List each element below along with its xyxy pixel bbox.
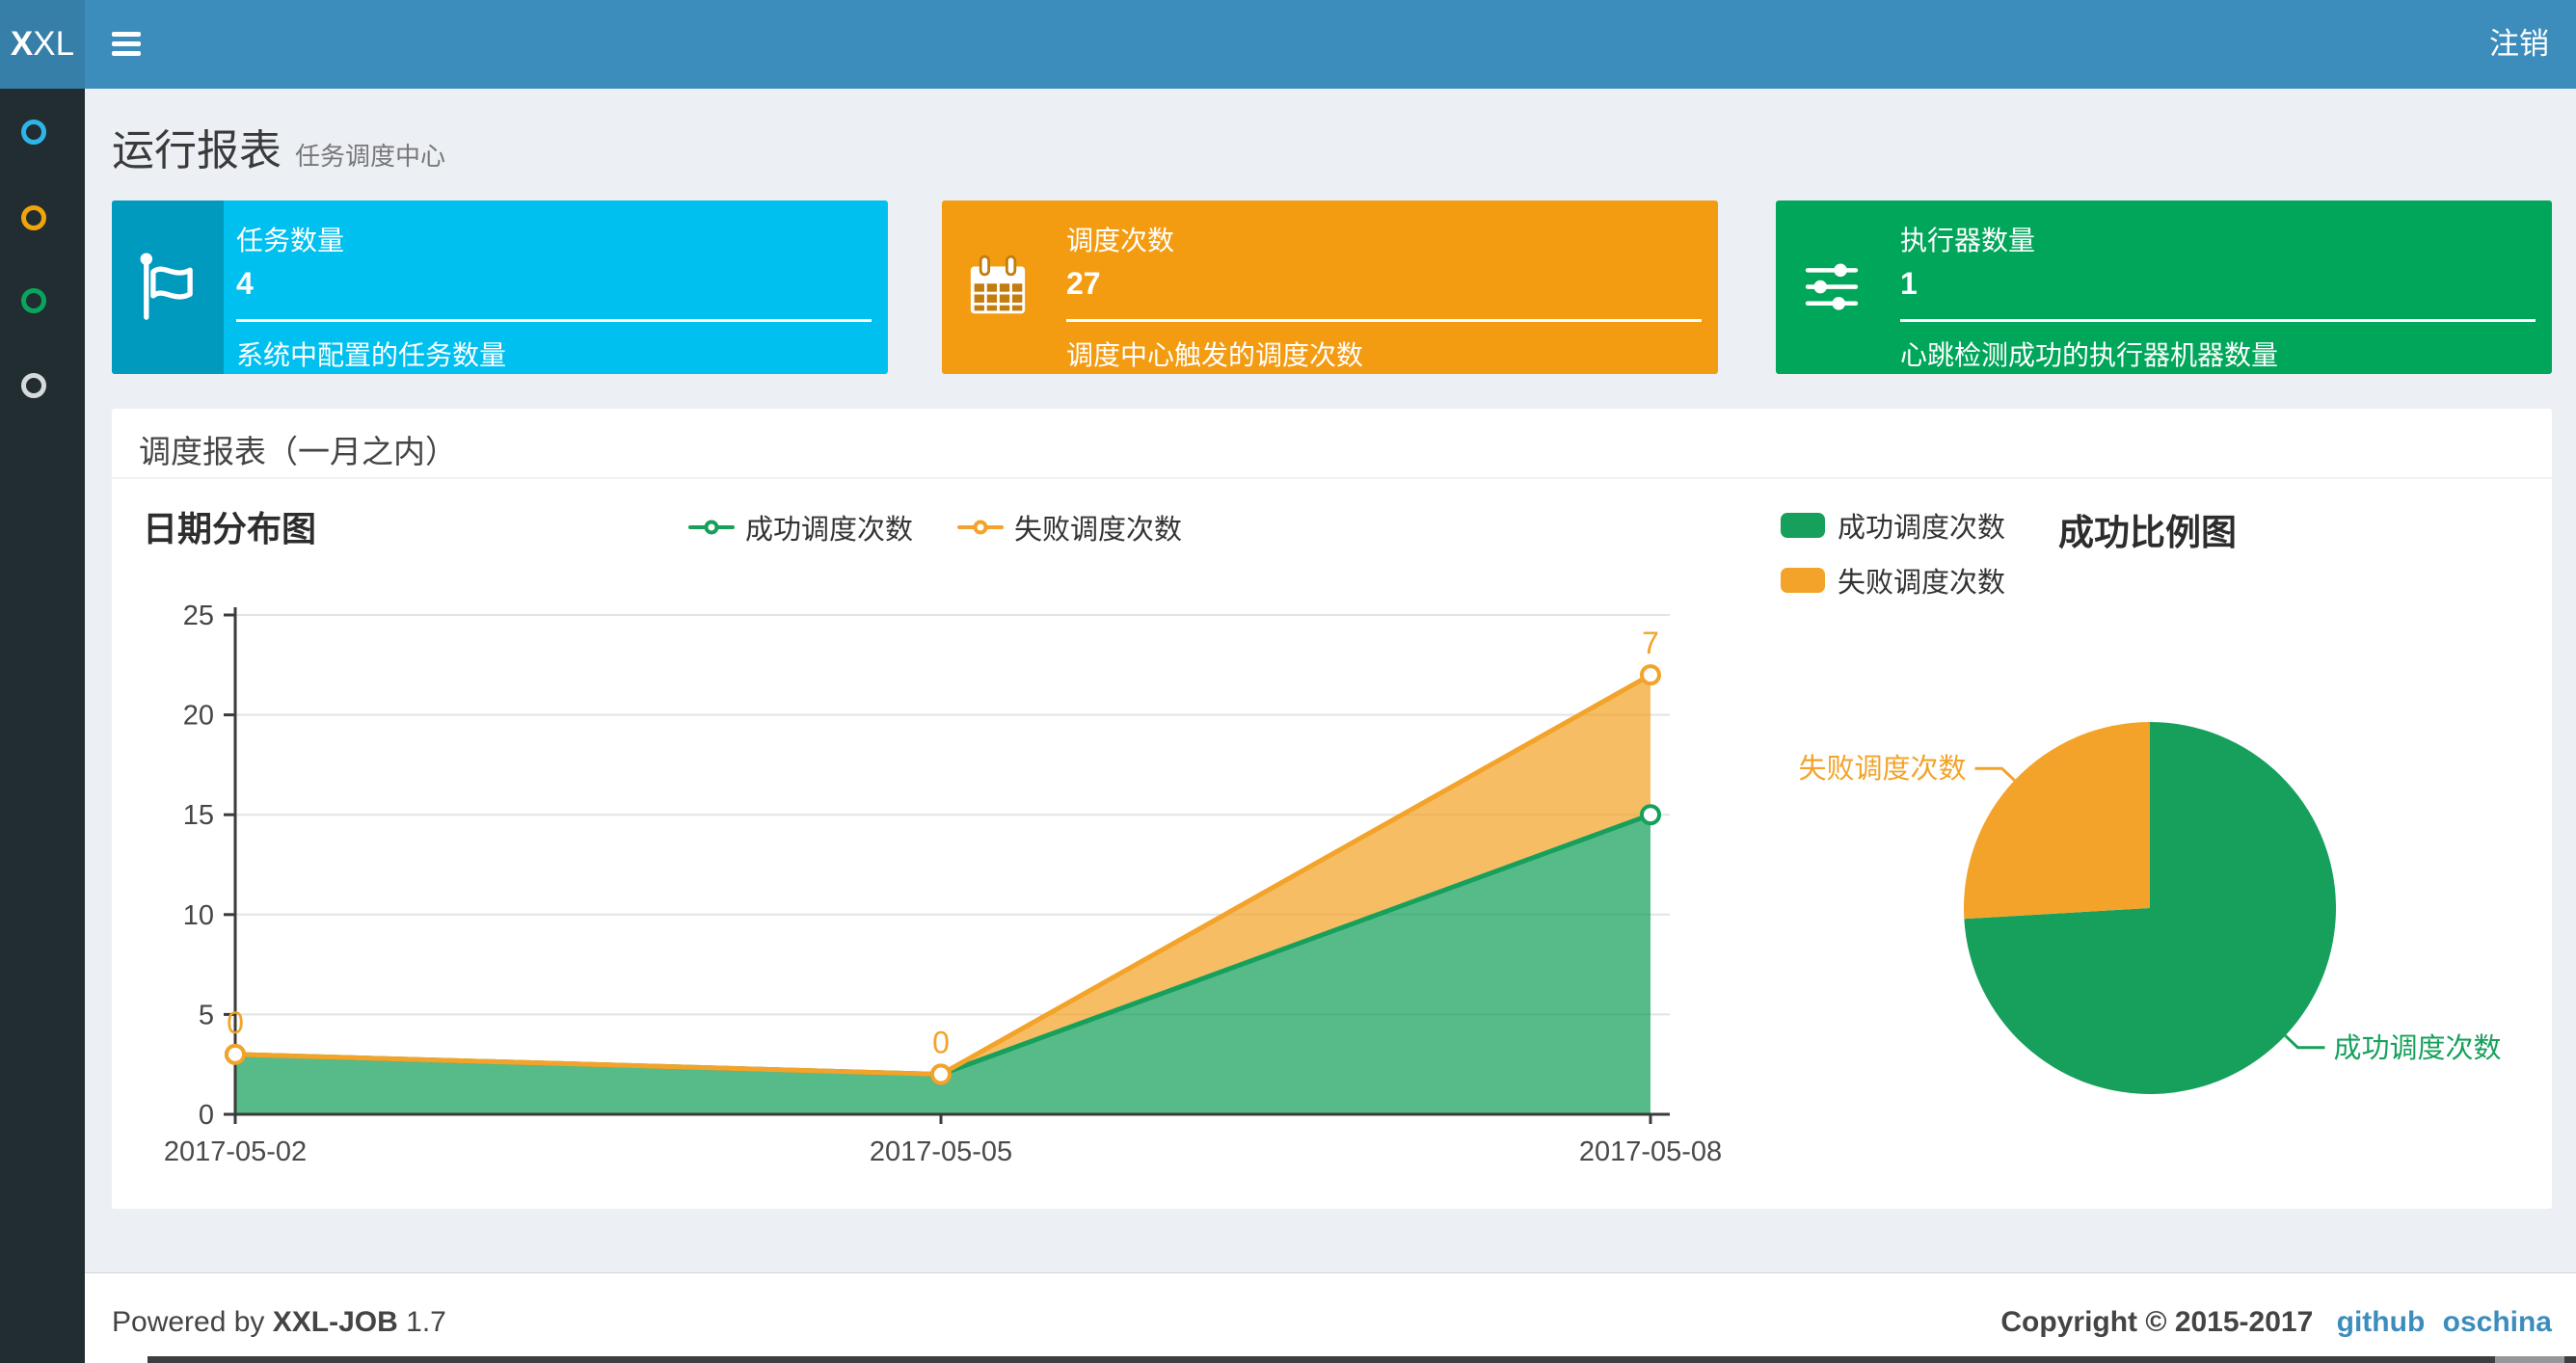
product-version: 1.7 <box>406 1306 446 1338</box>
screen-bottom-edge-thumb <box>2495 1356 2564 1363</box>
legend-item-fail[interactable]: 失败调度次数 <box>957 507 1182 548</box>
panel-header: 调度报表（一月之内） <box>112 409 2552 479</box>
info-box-label: 执行器数量 <box>1900 226 2036 255</box>
copyright: Copyright © 2015-2017 github oschina <box>2000 1306 2552 1338</box>
logo-rest: XL <box>33 25 75 63</box>
logo-bold: X <box>10 25 34 63</box>
pie-chart-canvas: 成功调度次数 失败调度次数 <box>1799 722 2501 1095</box>
svg-text:25: 25 <box>183 601 214 631</box>
info-box-value: 27 <box>1066 266 1101 301</box>
info-box-value: 1 <box>1900 266 1918 301</box>
logout-link[interactable]: 注销 <box>2489 0 2549 89</box>
success-ratio-chart: 成功调度次数 失败调度次数 成功比例图 成功调度次数 失败调度次数 <box>1779 494 2540 1178</box>
line-chart-legend: 成功调度次数 失败调度次数 <box>135 507 1735 548</box>
sidebar <box>0 89 85 1363</box>
oschina-link[interactable]: oschina <box>2443 1306 2552 1338</box>
footer: Powered by XXL-JOB 1.7 Copyright © 2015-… <box>85 1272 2576 1363</box>
info-box-jobs: 任务数量 4 系统中配置的任务数量 <box>112 200 888 374</box>
sidebar-item-2-circle-icon[interactable] <box>21 205 46 230</box>
sidebar-item-4-circle-icon[interactable] <box>21 373 46 398</box>
app-logo[interactable]: XXL <box>0 0 85 89</box>
github-link[interactable]: github <box>2337 1306 2426 1338</box>
info-box-description: 系统中配置的任务数量 <box>236 340 507 370</box>
flag-icon <box>112 200 224 374</box>
screen-bottom-edge <box>148 1356 2576 1363</box>
info-box-description: 心跳检测成功的执行器机器数量 <box>1900 340 2279 370</box>
svg-text:0: 0 <box>932 1026 950 1060</box>
svg-text:20: 20 <box>183 701 214 732</box>
svg-text:2017-05-02: 2017-05-02 <box>164 1136 307 1167</box>
info-box-triggers: 调度次数 27 调度中心触发的调度次数 <box>942 200 1718 374</box>
svg-text:10: 10 <box>183 900 214 931</box>
svg-text:15: 15 <box>183 800 214 831</box>
date-distribution-chart: 日期分布图 成功调度次数 失败调度次数 0 5 10 15 20 25 2017-05-02… <box>135 494 1735 1178</box>
report-panel: 调度报表（一月之内） 日期分布图 成功调度次数 失败调度次数 0 5 10 15 20 2… <box>112 409 2552 1209</box>
divider <box>1900 319 2536 322</box>
info-box-label: 任务数量 <box>236 226 345 255</box>
panel-title: 调度报表（一月之内） <box>139 434 457 469</box>
line-chart-canvas: 05101520252017-05-02 2017-05-05 2017-05-08… <box>164 601 1722 1167</box>
divider <box>1066 319 1702 322</box>
svg-text:失败调度次数: 失败调度次数 <box>1799 753 1967 785</box>
hamburger-icon <box>112 32 141 37</box>
product-name: XXL-JOB <box>272 1306 398 1338</box>
info-box-executors: 执行器数量 1 心跳检测成功的执行器机器数量 <box>1776 200 2552 374</box>
svg-text:成功调度次数: 成功调度次数 <box>2333 1032 2501 1064</box>
page-subtitle: 任务调度中心 <box>295 142 446 171</box>
svg-text:0: 0 <box>227 1005 244 1040</box>
sidebar-toggle-button[interactable] <box>112 32 141 57</box>
page-title: 运行报表 任务调度中心 <box>112 127 446 174</box>
info-box-description: 调度中心触发的调度次数 <box>1066 340 1364 370</box>
sliders-icon <box>1776 200 1888 374</box>
divider <box>236 319 872 322</box>
line-marker-icon <box>957 520 1004 535</box>
top-navbar: XXL 注销 <box>0 0 2576 89</box>
sidebar-item-3-circle-icon[interactable] <box>21 288 46 313</box>
line-marker-icon <box>687 520 735 535</box>
info-box-label: 调度次数 <box>1066 226 1175 255</box>
svg-text:2017-05-05: 2017-05-05 <box>870 1136 1012 1167</box>
svg-text:7: 7 <box>1642 626 1659 660</box>
powered-by: Powered by XXL-JOB 1.7 <box>112 1306 446 1338</box>
legend-item-success[interactable]: 成功调度次数 <box>687 507 913 548</box>
calendar-icon <box>942 200 1054 374</box>
sidebar-item-1-circle-icon[interactable] <box>21 120 46 145</box>
svg-text:0: 0 <box>199 1100 214 1131</box>
info-box-value: 4 <box>236 266 254 301</box>
svg-text:5: 5 <box>199 1000 214 1030</box>
svg-text:2017-05-08: 2017-05-08 <box>1579 1136 1722 1167</box>
